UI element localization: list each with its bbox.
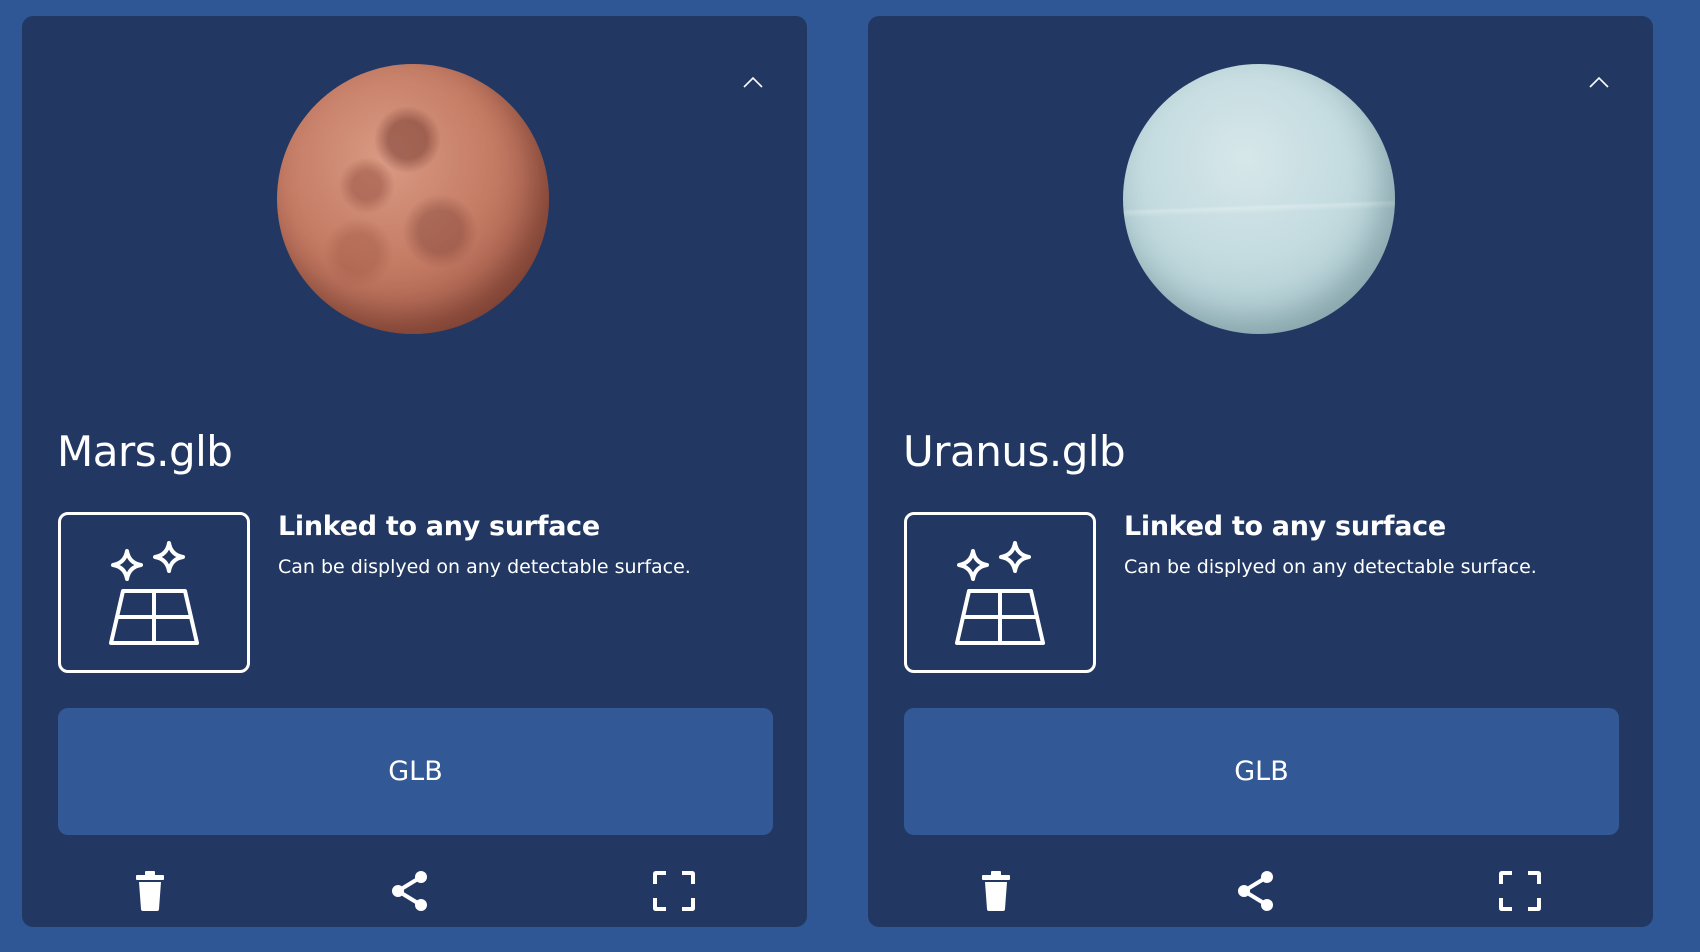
ar-surface-sparkle-icon — [109, 540, 199, 645]
surface-title: Linked to any surface — [1124, 511, 1446, 542]
model-preview-uranus[interactable] — [1123, 64, 1395, 334]
fullscreen-button[interactable] — [1497, 868, 1543, 914]
file-name: Uranus.glb — [903, 427, 1126, 476]
share-button[interactable] — [387, 868, 433, 914]
file-name: Mars.glb — [57, 427, 233, 476]
fullscreen-button[interactable] — [651, 868, 697, 914]
surface-title: Linked to any surface — [278, 511, 600, 542]
format-button[interactable]: GLB — [58, 708, 773, 835]
chevron-up-icon — [743, 76, 763, 88]
fullscreen-icon — [653, 871, 695, 911]
format-button[interactable]: GLB — [904, 708, 1619, 835]
delete-button[interactable] — [973, 868, 1019, 914]
ar-surface-sparkle-icon — [955, 540, 1045, 645]
surface-type-badge — [58, 512, 250, 673]
model-card-grid: Mars.glb Linked to any surface Can be di… — [0, 0, 1700, 952]
collapse-button[interactable] — [1585, 68, 1613, 96]
surface-type-badge — [904, 512, 1096, 673]
surface-description: Can be displyed on any detectable surfac… — [278, 556, 691, 578]
model-card-uranus: Uranus.glb Linked to any surface Can be … — [868, 16, 1653, 927]
share-icon — [392, 871, 427, 911]
chevron-up-icon — [1589, 76, 1609, 88]
delete-button[interactable] — [127, 868, 173, 914]
model-preview-mars[interactable] — [277, 64, 549, 334]
fullscreen-icon — [1499, 871, 1541, 911]
surface-description: Can be displyed on any detectable surfac… — [1124, 556, 1537, 578]
share-button[interactable] — [1233, 868, 1279, 914]
collapse-button[interactable] — [739, 68, 767, 96]
model-card-mars: Mars.glb Linked to any surface Can be di… — [22, 16, 807, 927]
trash-icon — [982, 871, 1010, 911]
trash-icon — [136, 871, 164, 911]
share-icon — [1238, 871, 1273, 911]
